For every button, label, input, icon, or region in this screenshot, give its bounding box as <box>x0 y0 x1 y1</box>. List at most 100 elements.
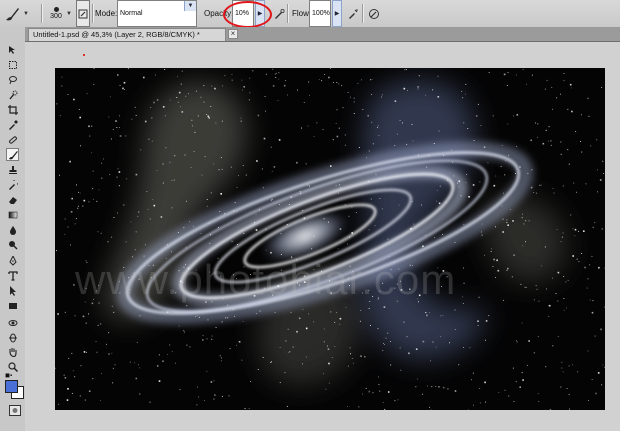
pressure-size-button[interactable] <box>368 0 380 27</box>
clone-stamp-tool[interactable] <box>6 163 19 176</box>
canvas-workspace[interactable]: www.photohiar.com <box>25 42 620 431</box>
airbrush-button[interactable] <box>347 0 359 27</box>
star <box>73 98 75 101</box>
history-brush-tool[interactable] <box>6 178 19 191</box>
star <box>576 258 578 260</box>
star <box>58 403 59 405</box>
star <box>477 320 479 322</box>
tool-preset-picker[interactable]: ▼ <box>3 0 39 27</box>
flow-slider-button[interactable]: ▶ <box>332 0 342 27</box>
document-canvas[interactable]: www.photohiar.com <box>55 68 605 410</box>
lasso-tool[interactable] <box>6 73 19 86</box>
chevron-down-icon[interactable]: ▼ <box>184 1 196 11</box>
star <box>350 96 351 98</box>
blur-tool[interactable] <box>6 223 19 236</box>
star <box>68 357 70 359</box>
pen-tool[interactable] <box>6 254 19 267</box>
star <box>204 156 206 158</box>
3d-rotate-tool[interactable] <box>6 316 19 329</box>
document-tab-bar: Untitled-1.psd @ 45,3% (Layer 2, RGB/8/C… <box>25 27 620 42</box>
eraser-tool[interactable] <box>6 193 19 206</box>
close-icon[interactable]: × <box>228 29 238 39</box>
star <box>96 351 98 353</box>
hand-tool[interactable] <box>6 345 19 358</box>
star <box>421 393 423 395</box>
star <box>186 344 188 346</box>
default-colors-icon[interactable]: ◼▪ <box>5 372 12 379</box>
mode-select[interactable]: Normal ▼ <box>117 0 197 27</box>
star <box>138 211 140 213</box>
star <box>254 222 255 224</box>
star <box>410 227 412 230</box>
star <box>348 215 350 217</box>
star <box>454 309 456 311</box>
brush-size-picker[interactable]: 300 <box>44 0 68 27</box>
star <box>210 192 212 194</box>
star <box>234 202 236 204</box>
star <box>572 255 574 257</box>
3d-orbit-tool[interactable] <box>6 331 19 344</box>
star <box>552 188 554 189</box>
gradient-tool[interactable] <box>6 208 19 221</box>
chevron-down-icon[interactable]: ▼ <box>23 11 29 17</box>
star <box>171 251 172 253</box>
star <box>383 306 386 308</box>
move-tool[interactable] <box>6 43 19 56</box>
star <box>307 125 309 127</box>
star <box>302 210 304 211</box>
brush-panel-button[interactable] <box>76 0 90 27</box>
chevron-down-icon[interactable]: ▼ <box>66 0 72 27</box>
quick-selection-tool[interactable] <box>6 88 19 101</box>
marquee-tool[interactable] <box>6 58 19 71</box>
star <box>568 365 570 367</box>
flow-input[interactable]: 100% <box>309 0 331 27</box>
quick-mask-button[interactable] <box>9 405 21 416</box>
star <box>245 174 247 176</box>
star <box>287 94 288 96</box>
healing-brush-tool[interactable] <box>6 133 19 146</box>
star <box>153 101 155 104</box>
star <box>56 103 58 105</box>
star <box>403 321 405 323</box>
star <box>512 220 514 222</box>
star <box>336 312 337 313</box>
star <box>227 317 229 319</box>
star <box>368 308 370 309</box>
dodge-tool[interactable] <box>6 238 19 251</box>
star <box>242 165 244 166</box>
star <box>335 185 337 186</box>
star <box>211 85 213 87</box>
document-tab[interactable]: Untitled-1.psd @ 45,3% (Layer 2, RGB/8/C… <box>28 28 226 41</box>
star <box>497 269 500 272</box>
crop-tool[interactable] <box>6 103 19 116</box>
star <box>327 348 330 350</box>
star <box>485 401 486 403</box>
star <box>339 228 342 230</box>
star <box>400 369 402 371</box>
path-selection-tool[interactable] <box>6 284 19 297</box>
star <box>255 313 257 315</box>
star <box>394 145 396 146</box>
type-tool[interactable] <box>6 269 19 282</box>
star <box>533 192 535 193</box>
brush-tool[interactable] <box>6 148 19 161</box>
star <box>139 367 141 369</box>
star <box>167 244 168 245</box>
eyedropper-tool[interactable] <box>6 118 19 131</box>
pressure-opacity-button[interactable] <box>273 0 285 27</box>
star <box>204 399 205 401</box>
star <box>177 76 178 77</box>
star <box>180 106 181 108</box>
star <box>465 182 467 184</box>
star <box>450 149 452 151</box>
star <box>275 77 277 78</box>
star <box>377 125 379 127</box>
star <box>506 222 508 223</box>
star <box>290 311 292 313</box>
rectangle-tool[interactable] <box>6 299 19 312</box>
star <box>303 217 306 220</box>
star <box>390 341 391 342</box>
foreground-color-swatch[interactable] <box>5 380 18 393</box>
orbit-icon <box>8 333 17 342</box>
star <box>248 99 250 101</box>
